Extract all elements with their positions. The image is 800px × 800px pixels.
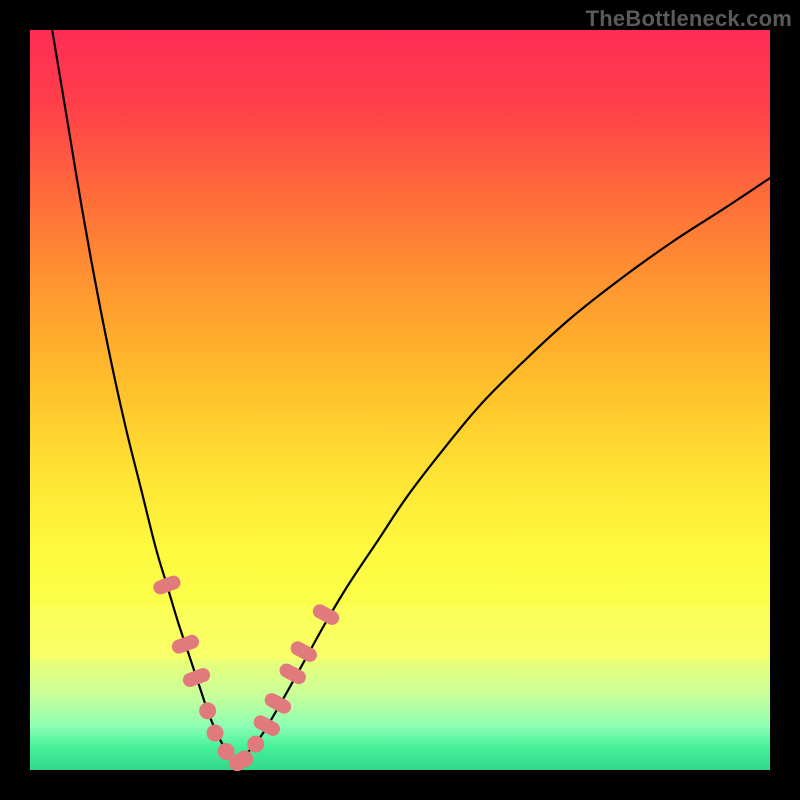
curve-left <box>52 30 237 763</box>
watermark-label: TheBottleneck.com <box>586 6 792 32</box>
data-marker <box>207 725 224 742</box>
data-marker <box>151 574 182 597</box>
data-marker <box>170 633 201 656</box>
data-marker <box>247 736 264 753</box>
data-markers <box>151 574 341 771</box>
curve-right <box>237 178 770 763</box>
curves-layer <box>30 30 770 770</box>
data-marker <box>236 750 253 767</box>
chart-stage: TheBottleneck.com <box>0 0 800 800</box>
data-marker <box>262 691 293 717</box>
data-marker <box>199 702 216 719</box>
data-marker <box>181 666 212 689</box>
data-marker <box>251 713 282 739</box>
